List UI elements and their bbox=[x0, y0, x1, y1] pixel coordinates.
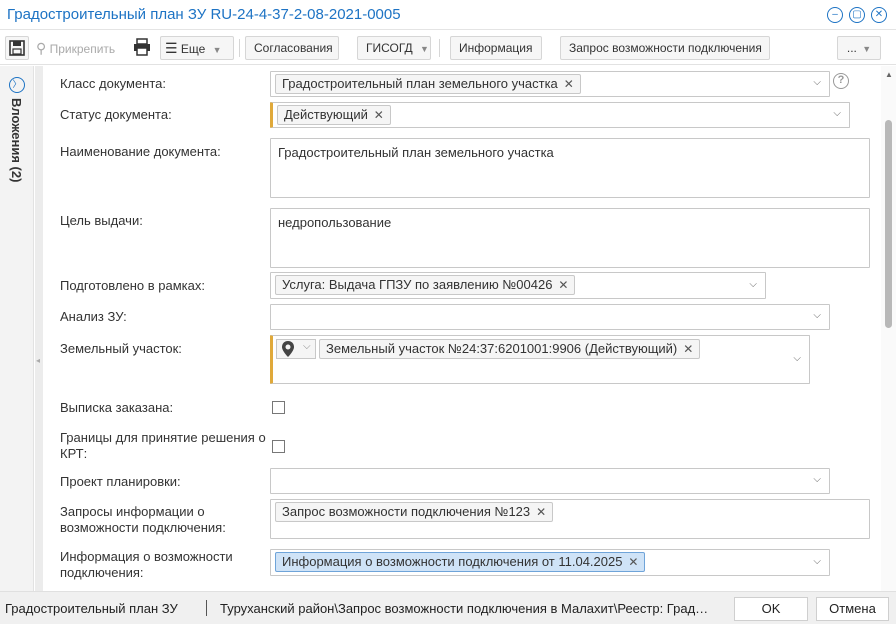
toolbar: ⚲ Прикрепить ☰ Еще ▼ Согласования ГИСОГД… bbox=[0, 31, 896, 65]
info-button[interactable]: Информация bbox=[450, 36, 542, 60]
toolbar-divider bbox=[239, 39, 240, 57]
paperclip-icon: ⚲ bbox=[36, 40, 47, 56]
extract-ordered-label: Выписка заказана: bbox=[60, 400, 174, 415]
remove-icon[interactable]: ✕ bbox=[628, 553, 638, 571]
splitter-handle-icon: ◂ bbox=[36, 356, 41, 365]
land-plot-tag: Земельный участок №24:37:6201001:9906 (Д… bbox=[319, 339, 701, 359]
krt-bounds-checkbox[interactable] bbox=[272, 440, 285, 453]
status-divider bbox=[206, 600, 207, 616]
attachments-sidebar[interactable]: 〉 Вложения (2) bbox=[0, 66, 34, 591]
chevron-down-icon: ▼ bbox=[862, 44, 872, 54]
panel-splitter[interactable]: ◂ bbox=[35, 66, 43, 591]
chevron-down-icon: ⌵ bbox=[303, 341, 311, 352]
attachments-tab[interactable]: Вложения (2) bbox=[9, 98, 24, 182]
save-icon bbox=[9, 40, 25, 56]
chevron-down-icon[interactable]: ⌵ bbox=[813, 310, 821, 321]
ok-button[interactable]: OK bbox=[734, 597, 808, 621]
expand-icon[interactable]: 〉 bbox=[9, 77, 25, 93]
remove-icon[interactable]: ✕ bbox=[374, 106, 384, 124]
minimize-icon[interactable]: – bbox=[827, 7, 843, 23]
chevron-down-icon[interactable]: ⌵ bbox=[813, 474, 821, 485]
cancel-button[interactable]: Отмена bbox=[816, 597, 889, 621]
more-button[interactable]: ☰ Еще ▼ bbox=[160, 36, 234, 60]
land-plot-field[interactable]: ⌵ Земельный участок №24:37:6201001:9906 … bbox=[270, 335, 810, 384]
planning-project-field[interactable]: ⌵ bbox=[270, 468, 830, 494]
status-path: Туруханский район\Запрос возможности под… bbox=[220, 601, 712, 616]
prepared-within-label: Подготовлено в рамках: bbox=[60, 278, 205, 293]
chevron-down-icon[interactable]: ⌵ bbox=[793, 353, 801, 364]
menu-icon: ☰ bbox=[165, 40, 178, 56]
doc-status-field[interactable]: Действующий ✕ ⌵ bbox=[270, 102, 850, 128]
overflow-button[interactable]: ... ▼ bbox=[837, 36, 881, 60]
prepared-within-tag: Услуга: Выдача ГПЗУ по заявлению №00426 … bbox=[275, 275, 576, 295]
doc-status-tag: Действующий ✕ bbox=[277, 105, 391, 125]
toolbar-divider bbox=[439, 39, 440, 57]
document-form: Класс документа: Градостроительный план … bbox=[43, 66, 881, 591]
doc-status-label: Статус документа: bbox=[60, 107, 172, 122]
chevron-down-icon[interactable]: ⌵ bbox=[749, 279, 757, 290]
extract-ordered-checkbox[interactable] bbox=[272, 401, 285, 414]
connection-request-button[interactable]: Запрос возможности подключения bbox=[560, 36, 770, 60]
scroll-up-icon[interactable]: ▲ bbox=[885, 70, 893, 79]
status-doc-type: Градостроительный план ЗУ bbox=[5, 601, 178, 616]
chevron-down-icon[interactable]: ⌵ bbox=[813, 77, 821, 88]
info-requests-label: Запросы информации о возможности подключ… bbox=[60, 504, 226, 535]
close-icon[interactable]: ✕ bbox=[871, 7, 887, 23]
prepared-within-field[interactable]: Услуга: Выдача ГПЗУ по заявлению №00426 … bbox=[270, 272, 766, 299]
printer-icon bbox=[134, 38, 150, 56]
land-analysis-label: Анализ ЗУ: bbox=[60, 309, 127, 324]
map-pin-icon bbox=[282, 341, 294, 357]
land-analysis-field[interactable]: ⌵ bbox=[270, 304, 830, 330]
remove-icon[interactable]: ✕ bbox=[683, 340, 693, 358]
doc-class-label: Класс документа: bbox=[60, 76, 166, 91]
doc-name-label: Наименование документа: bbox=[60, 144, 221, 159]
chevron-down-icon[interactable]: ⌵ bbox=[833, 108, 841, 119]
scrollbar-thumb[interactable] bbox=[885, 120, 892, 328]
print-button[interactable] bbox=[127, 36, 155, 60]
vertical-scrollbar[interactable]: ▲ bbox=[881, 66, 896, 591]
approvals-button[interactable]: Согласования bbox=[245, 36, 339, 60]
title-bar: Градостроительный план ЗУ RU-24-4-37-2-0… bbox=[0, 0, 896, 30]
gisogd-button[interactable]: ГИСОГД ▼ bbox=[357, 36, 431, 60]
planning-project-label: Проект планировки: bbox=[60, 474, 181, 489]
purpose-textarea[interactable]: недропользование bbox=[270, 208, 870, 268]
map-locate-button[interactable]: ⌵ bbox=[276, 339, 316, 359]
info-requests-field[interactable]: Запрос возможности подключения №123 ✕ bbox=[270, 499, 870, 539]
purpose-label: Цель выдачи: bbox=[60, 213, 143, 228]
doc-class-field[interactable]: Градостроительный план земельного участк… bbox=[270, 71, 830, 97]
connection-info-tag[interactable]: Информация о возможности подключения от … bbox=[275, 552, 646, 572]
remove-icon[interactable]: ✕ bbox=[536, 503, 546, 521]
doc-name-textarea[interactable]: Градостроительный план земельного участк… bbox=[270, 138, 870, 198]
connection-info-field[interactable]: Информация о возможности подключения от … bbox=[270, 549, 830, 576]
info-requests-tag: Запрос возможности подключения №123 ✕ bbox=[275, 502, 554, 522]
help-icon[interactable]: ? bbox=[833, 73, 849, 89]
chevron-down-icon: ▼ bbox=[212, 45, 222, 55]
status-bar: Градостроительный план ЗУ Туруханский ра… bbox=[0, 591, 896, 624]
remove-icon[interactable]: ✕ bbox=[558, 276, 568, 294]
land-plot-label: Земельный участок: bbox=[60, 341, 182, 356]
remove-icon[interactable]: ✕ bbox=[564, 75, 574, 93]
window-title: Градостроительный план ЗУ RU-24-4-37-2-0… bbox=[7, 6, 401, 23]
attach-button[interactable]: ⚲ Прикрепить bbox=[31, 36, 124, 60]
chevron-down-icon: ▼ bbox=[420, 44, 429, 54]
connection-info-label: Информация о возможности подключения: bbox=[60, 549, 233, 580]
maximize-icon[interactable]: ▢ bbox=[849, 7, 865, 23]
chevron-down-icon[interactable]: ⌵ bbox=[813, 556, 821, 567]
doc-class-tag: Градостроительный план земельного участк… bbox=[275, 74, 581, 94]
save-button[interactable] bbox=[5, 36, 29, 60]
krt-bounds-label: Границы для принятие решения о КРТ: bbox=[60, 430, 266, 461]
